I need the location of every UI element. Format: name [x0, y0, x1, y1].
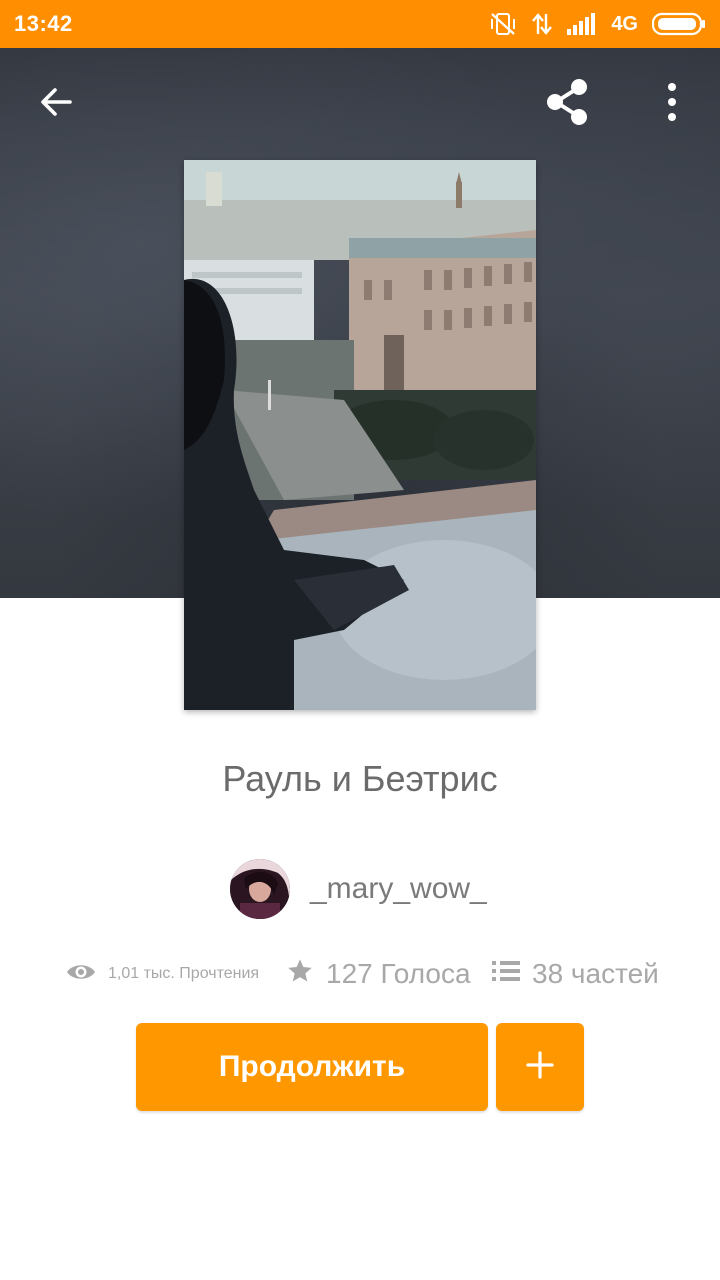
author-link[interactable]: _mary_wow_: [230, 858, 487, 920]
battery-icon: [652, 12, 706, 36]
signal-icon: [567, 13, 597, 35]
share-icon: [542, 77, 592, 132]
data-transfer-icon: [531, 12, 553, 36]
share-button[interactable]: [535, 72, 599, 136]
author-name[interactable]: _mary_wow_: [310, 872, 487, 906]
votes-count: 127 Голоса: [326, 958, 471, 989]
story-title: Рауль и Беэтрис: [222, 758, 498, 799]
list-icon: [492, 958, 520, 990]
add-to-library-button[interactable]: [496, 1023, 584, 1111]
reads-count: 1,01 тыс. Прочтения: [108, 965, 260, 982]
plus-icon: [525, 1050, 555, 1085]
status-bar: 13:42 4G: [0, 0, 720, 48]
continue-reading-button[interactable]: Продолжить: [136, 1023, 488, 1111]
votes-stat: 127 Голоса: [286, 952, 471, 996]
parts-stat[interactable]: 38 частей: [492, 952, 659, 996]
arrow-left-icon: [38, 84, 74, 125]
story-cover-image[interactable]: [184, 160, 536, 710]
back-button[interactable]: [24, 72, 88, 136]
more-vertical-icon: [666, 82, 678, 127]
status-icons: 4G: [489, 11, 706, 37]
more-options-button[interactable]: [640, 72, 704, 136]
vibrate-off-icon: [489, 11, 517, 37]
parts-count: 38 частей: [532, 958, 659, 989]
reads-stat: 1,01 тыс. Прочтения: [66, 952, 259, 996]
status-time: 13:42: [14, 11, 73, 36]
star-icon: [286, 957, 314, 992]
author-avatar[interactable]: [230, 859, 290, 919]
network-label: 4G: [611, 12, 638, 35]
eye-icon: [66, 962, 96, 987]
story-stats: 1,01 тыс. Прочтения 127 Голоса 38 частей: [0, 952, 720, 996]
